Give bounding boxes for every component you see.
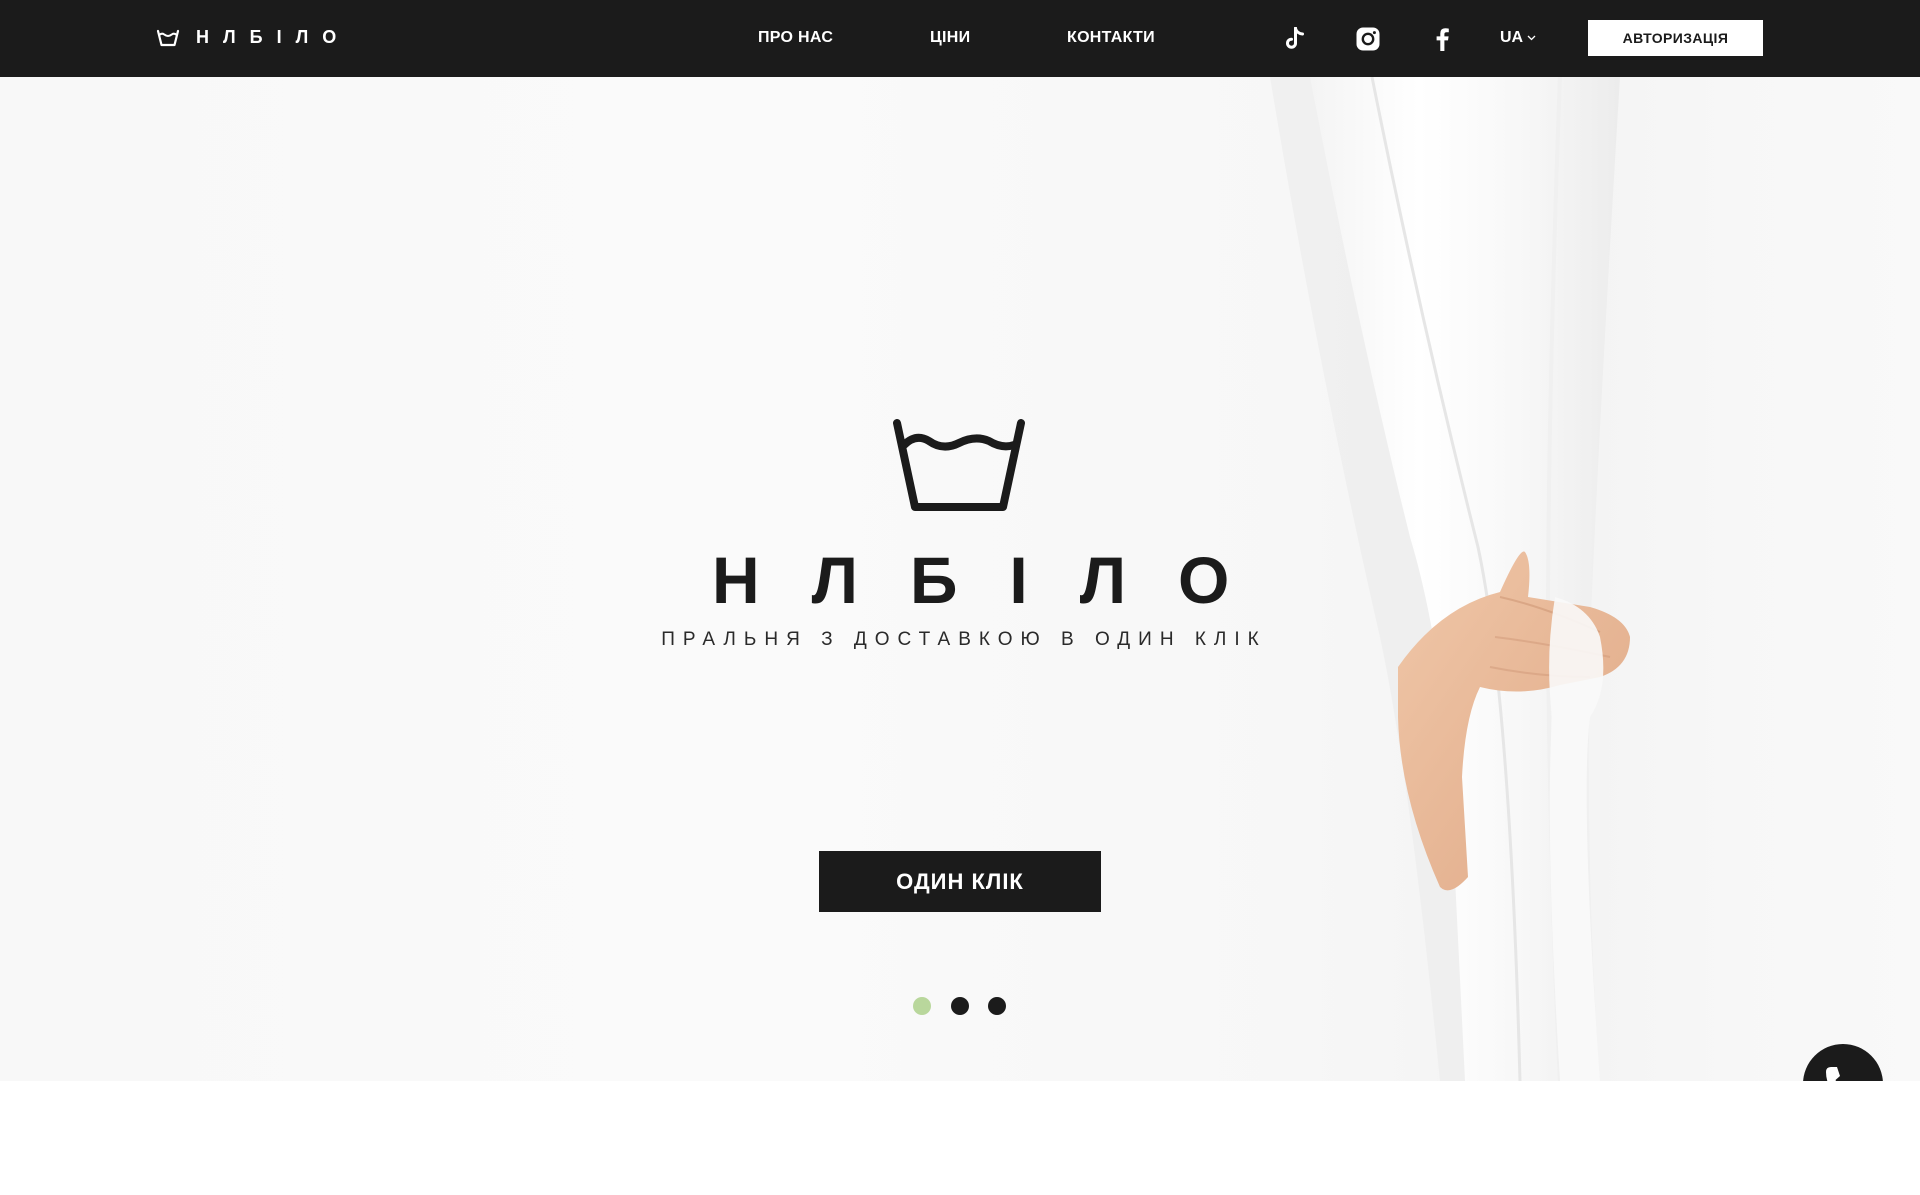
- one-click-button[interactable]: ОДИН КЛІК: [819, 851, 1101, 912]
- washing-basin-icon: [156, 29, 180, 46]
- slider-dot-1[interactable]: [913, 997, 931, 1015]
- phone-icon: [1826, 1067, 1840, 1081]
- washing-basin-icon: [893, 419, 1025, 511]
- hero-slider: НЛБІЛО ПРАЛЬНЯ З ДОСТАВКОЮ В ОДИН КЛІК О…: [0, 77, 1920, 1081]
- instagram-icon[interactable]: [1354, 25, 1382, 53]
- brand-name: НЛБІЛО: [196, 27, 351, 47]
- nav-contacts[interactable]: КОНТАКТИ: [1067, 27, 1155, 49]
- hero-tagline: ПРАЛЬНЯ З ДОСТАВКОЮ В ОДИН КЛІК: [661, 629, 1267, 650]
- slider-dot-3[interactable]: [988, 997, 1006, 1015]
- slider-dot-2[interactable]: [951, 997, 969, 1015]
- chevron-down-icon: [1527, 35, 1536, 41]
- facebook-icon[interactable]: [1428, 25, 1456, 53]
- site-header: НЛБІЛО ПРО НАС ЦІНИ КОНТАКТИ UA АВТОРИЗА…: [0, 0, 1920, 77]
- language-selector[interactable]: UA: [1500, 27, 1536, 49]
- login-button[interactable]: АВТОРИЗАЦІЯ: [1588, 20, 1763, 56]
- nav-prices[interactable]: ЦІНИ: [930, 27, 970, 49]
- nav-about[interactable]: ПРО НАС: [758, 27, 833, 49]
- tiktok-icon[interactable]: [1281, 25, 1309, 53]
- language-label: UA: [1500, 29, 1524, 46]
- hero-title: НЛБІЛО: [712, 543, 1282, 617]
- brand-logo[interactable]: НЛБІЛО: [156, 25, 350, 50]
